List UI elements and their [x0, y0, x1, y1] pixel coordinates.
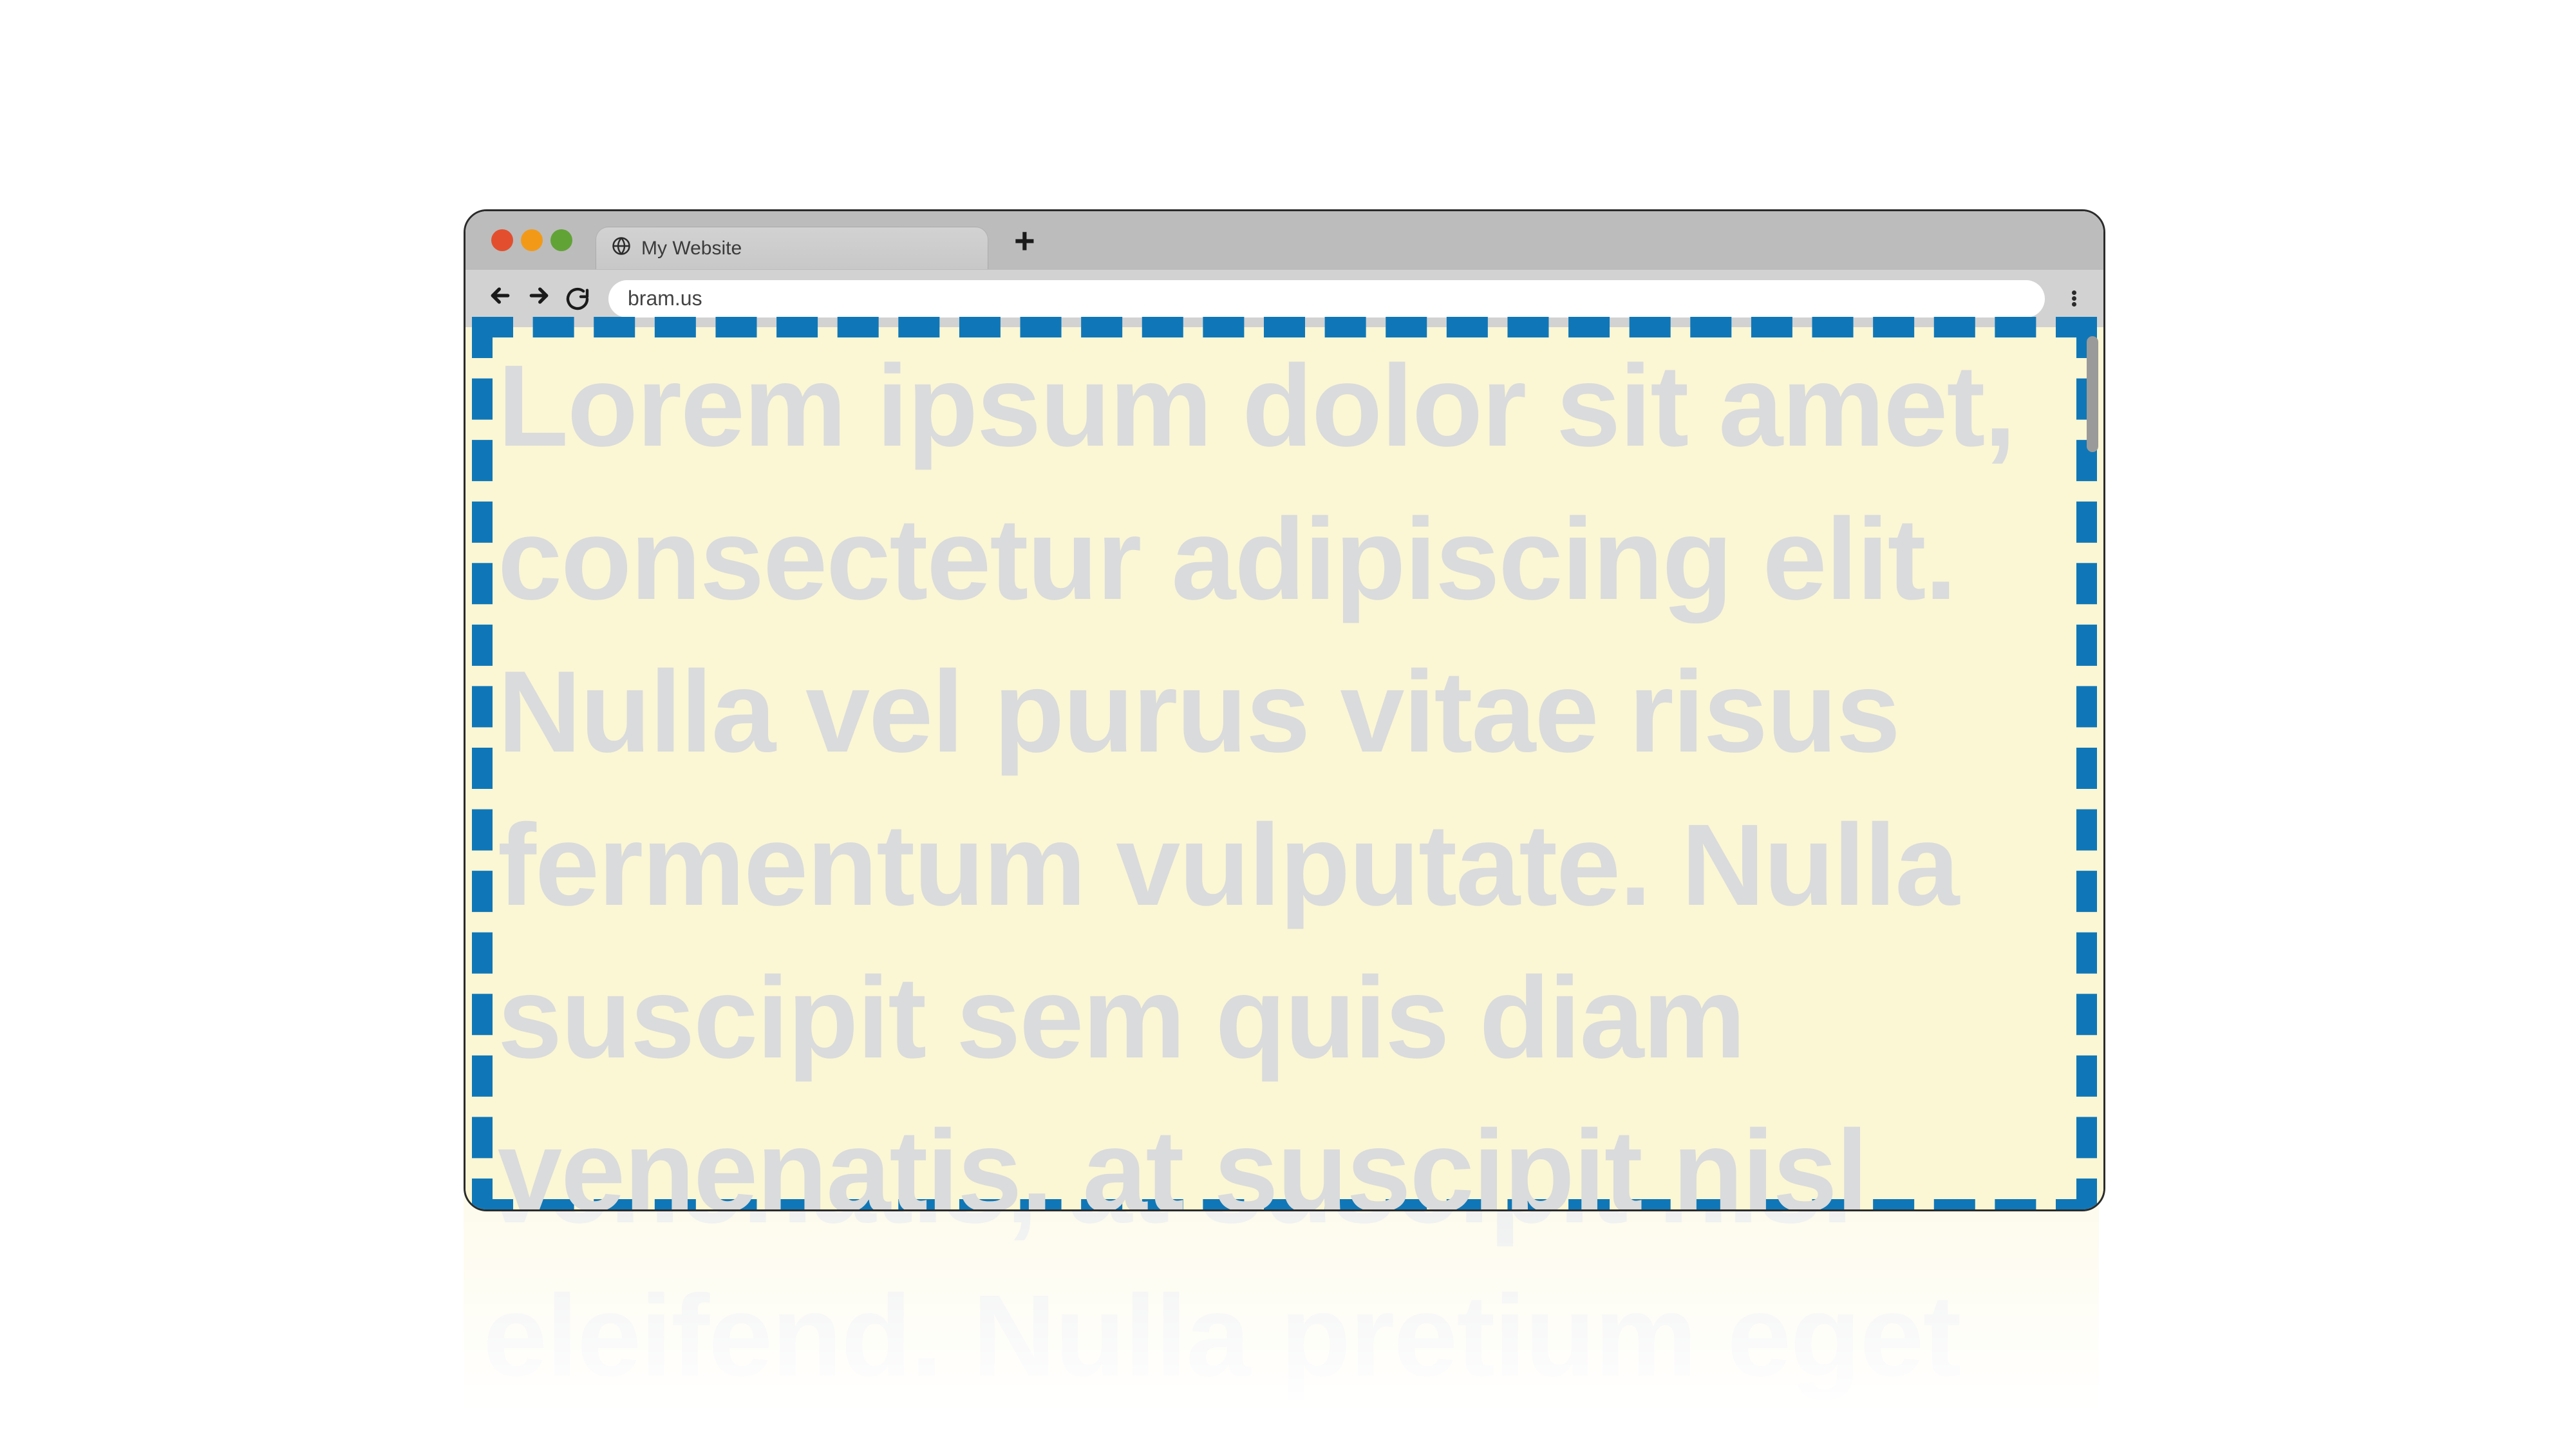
- tab-bar: My Website +: [465, 211, 2103, 269]
- globe-icon: [612, 236, 631, 261]
- scrollbar-thumb[interactable]: [2087, 336, 2098, 452]
- page-viewport[interactable]: Lorem ipsum dolor sit amet, consectetur …: [465, 327, 2103, 1209]
- dashed-viewport-outline: Lorem ipsum dolor sit amet, consectetur …: [472, 317, 2097, 1211]
- back-button[interactable]: [487, 283, 513, 314]
- tab-title: My Website: [641, 238, 742, 260]
- browser-tab[interactable]: My Website: [596, 227, 988, 269]
- address-bar[interactable]: bram.us: [608, 280, 2045, 317]
- new-tab-button[interactable]: +: [1014, 220, 1035, 261]
- window-controls: [491, 229, 572, 251]
- browser-menu-button[interactable]: [2058, 290, 2085, 307]
- url-text: bram.us: [628, 287, 702, 310]
- close-window-button[interactable]: [491, 229, 513, 251]
- zoom-window-button[interactable]: [550, 229, 572, 251]
- browser-window: My Website + bram.us Lorem ipsum dolor s…: [464, 209, 2105, 1211]
- forward-button[interactable]: [526, 283, 552, 314]
- page-body-text: Lorem ipsum dolor sit amet, consectetur …: [498, 330, 2076, 1211]
- reload-button[interactable]: [565, 286, 590, 312]
- minimize-window-button[interactable]: [521, 229, 543, 251]
